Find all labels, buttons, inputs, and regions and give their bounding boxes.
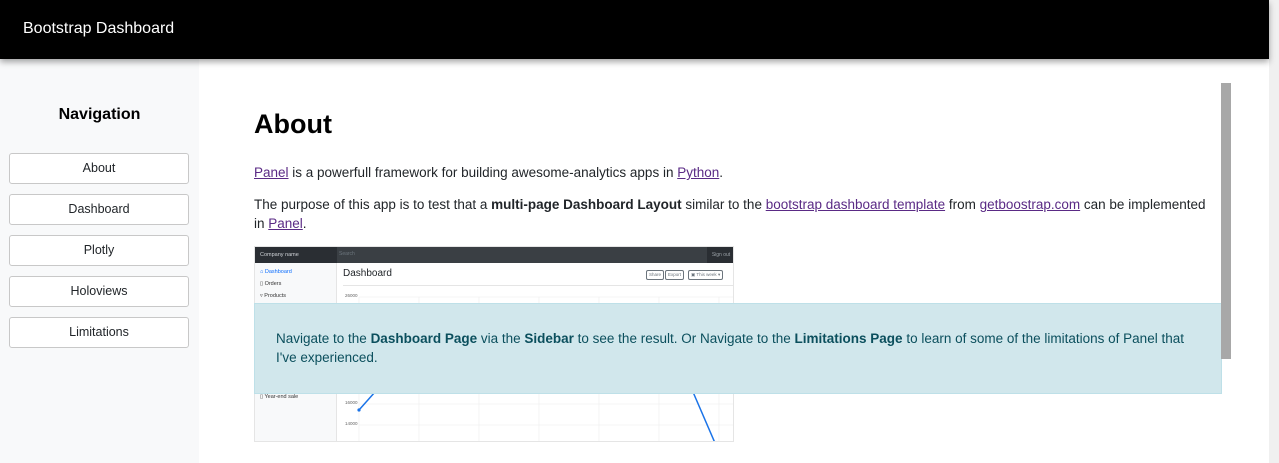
purpose-text-1: The purpose of this app is to test that … bbox=[254, 197, 492, 212]
sidebar-item-about[interactable]: About bbox=[9, 153, 189, 184]
intro-period: . bbox=[719, 165, 724, 180]
purpose-text-3: from bbox=[945, 197, 980, 212]
intro-text: is a powerfull framework for building aw… bbox=[288, 165, 678, 180]
bootstrap-template-link[interactable]: bootstrap dashboard template bbox=[766, 197, 945, 212]
panel-link-2[interactable]: Panel bbox=[268, 216, 303, 231]
info-alert: Navigate to the Dashboard Page via the S… bbox=[254, 303, 1222, 394]
page-title: About bbox=[254, 109, 332, 139]
sidebar-item-plotly[interactable]: Plotly bbox=[9, 235, 189, 266]
sidebar-item-limitations[interactable]: Limitations bbox=[9, 317, 189, 348]
python-link[interactable]: Python bbox=[677, 165, 719, 180]
sidebar-item-holoviews[interactable]: Holoviews bbox=[9, 276, 189, 307]
panel-link[interactable]: Panel bbox=[254, 165, 289, 180]
sidebar-item-dashboard[interactable]: Dashboard bbox=[9, 194, 189, 225]
scrollbar-thumb[interactable] bbox=[1221, 83, 1231, 359]
window-edge bbox=[1269, 0, 1279, 463]
sidebar: Navigation About Dashboard Plotly Holovi… bbox=[0, 59, 199, 463]
brand-title[interactable]: Bootstrap Dashboard bbox=[23, 20, 174, 38]
intro-paragraph: Panel is a powerfull framework for build… bbox=[254, 163, 1224, 182]
purpose-period: . bbox=[302, 216, 307, 231]
alert-sidebar: Sidebar bbox=[524, 331, 574, 346]
sidebar-title: Navigation bbox=[58, 106, 141, 123]
alert-dashboard-page: Dashboard Page bbox=[370, 331, 478, 346]
purpose-paragraph: The purpose of this app is to test that … bbox=[254, 195, 1216, 233]
alert-limitations-page: Limitations Page bbox=[794, 331, 903, 346]
main-content: About Panel is a powerfull framework for… bbox=[199, 59, 1269, 463]
purpose-text-2: similar to the bbox=[681, 197, 766, 212]
getbootstrap-link[interactable]: getboostrap.com bbox=[980, 197, 1081, 212]
purpose-bold: multi-page Dashboard Layout bbox=[491, 197, 682, 212]
top-navbar: Bootstrap Dashboard bbox=[0, 0, 1269, 59]
